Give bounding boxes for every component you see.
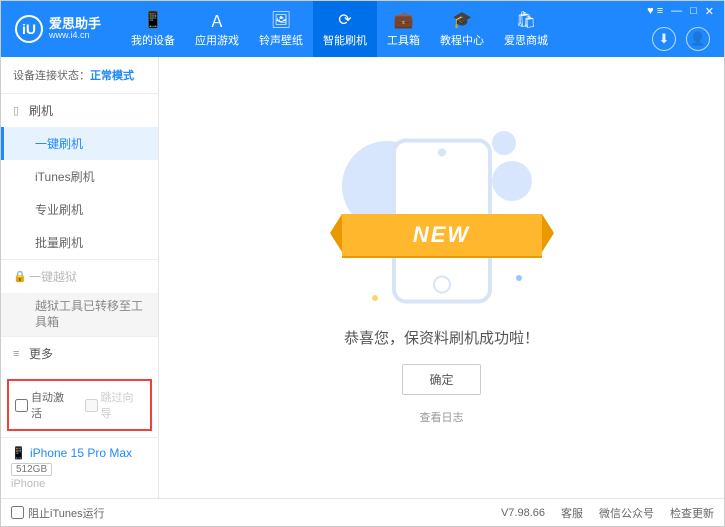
section-more: ≡更多 其他工具 下载固件 高级功能 xyxy=(1,337,158,373)
section-jailbreak: 🔒 一键越狱 越狱工具已转移至工具箱 xyxy=(1,260,158,337)
section-jailbreak-header: 🔒 一键越狱 xyxy=(1,260,158,293)
nav-label: 我的设备 xyxy=(131,32,175,48)
nav-label: 爱思商城 xyxy=(504,32,548,48)
nav-label: 应用游戏 xyxy=(195,32,239,48)
checkbox-label: 阻止iTunes运行 xyxy=(28,505,105,521)
auto-activate-checkbox[interactable]: 自动激活 xyxy=(15,389,75,421)
success-illustration: NEW xyxy=(352,131,532,311)
section-more-header[interactable]: ≡ 更多 xyxy=(1,337,158,370)
nav-my-device[interactable]: 📱 我的设备 xyxy=(121,1,185,57)
new-ribbon: NEW xyxy=(342,214,542,256)
titlebar: iU 爱思助手 www.i4.cn 📱 我的设备 Ａ 应用游戏 🖼 铃声壁纸 ⟳ 智能刷… xyxy=(1,1,724,57)
nav-apps[interactable]: Ａ 应用游戏 xyxy=(185,1,249,57)
wallpaper-icon: 🖼 xyxy=(272,11,290,29)
app-title: 爱思助手 xyxy=(49,17,101,31)
menu-icon[interactable]: ♥ ≡ xyxy=(647,5,663,17)
nav-tutorials[interactable]: 🎓 教程中心 xyxy=(430,1,494,57)
maximize-button[interactable]: □ xyxy=(690,5,697,17)
toolbox-icon: 💼 xyxy=(395,11,413,29)
minimize-button[interactable]: — xyxy=(671,5,682,17)
footer-check-update[interactable]: 检查更新 xyxy=(670,505,714,521)
block-itunes-input[interactable] xyxy=(11,506,24,519)
checkbox-label: 跳过向导 xyxy=(101,389,145,421)
logo-icon: iU xyxy=(15,15,43,43)
nav-store[interactable]: 🛍 爱思商城 xyxy=(494,1,558,57)
section-flash-header[interactable]: ▯ 刷机 xyxy=(1,94,158,127)
section-flash: ▯ 刷机 一键刷机 iTunes刷机 专业刷机 批量刷机 xyxy=(1,94,158,260)
status-value: 正常模式 xyxy=(90,70,134,82)
checkbox-label: 自动激活 xyxy=(31,389,75,421)
window-controls: ♥ ≡ — □ ✕ xyxy=(647,1,724,21)
connection-status: 设备连接状态：正常模式 xyxy=(1,57,158,94)
statusbar: 阻止iTunes运行 V7.98.66 客服 微信公众号 检查更新 xyxy=(1,498,724,526)
auto-activate-input[interactable] xyxy=(15,399,28,412)
nav-label: 教程中心 xyxy=(440,32,484,48)
skip-guide-checkbox: 跳过向导 xyxy=(85,389,145,421)
navbar: 📱 我的设备 Ａ 应用游戏 🖼 铃声壁纸 ⟳ 智能刷机 💼 工具箱 🎓 教程中心 🛍 爱思商城 xyxy=(121,1,647,57)
flash-icon: ⟳ xyxy=(336,11,354,29)
sidebar-item-pro-flash[interactable]: 专业刷机 xyxy=(1,193,158,226)
nav-label: 铃声壁纸 xyxy=(259,32,303,48)
main-content: NEW 恭喜您，保资料刷机成功啦！ 确定 查看日志 xyxy=(159,57,724,498)
device-type: iPhone xyxy=(11,478,148,490)
success-message: 恭喜您，保资料刷机成功啦！ xyxy=(344,327,539,348)
flash-options: 自动激活 跳过向导 xyxy=(7,379,152,431)
sidebar-menu: ▯ 刷机 一键刷机 iTunes刷机 专业刷机 批量刷机 🔒 一键越狱 越狱工具已转… xyxy=(1,94,158,373)
device-icon: 📱 xyxy=(144,11,162,29)
app-url: www.i4.cn xyxy=(49,31,101,41)
device-info: 📱 iPhone 15 Pro Max 512GB iPhone xyxy=(1,437,158,498)
logo-area: iU 爱思助手 www.i4.cn xyxy=(1,1,121,57)
logo-text: 爱思助手 www.i4.cn xyxy=(49,17,101,41)
sidebar-item-oneclick-flash[interactable]: 一键刷机 xyxy=(1,127,158,160)
user-button[interactable]: 👤 xyxy=(686,27,710,51)
device-name-text: iPhone 15 Pro Max xyxy=(30,446,132,460)
store-icon: 🛍 xyxy=(517,11,535,29)
section-label: 更多 xyxy=(29,345,53,362)
footer-wechat[interactable]: 微信公众号 xyxy=(599,505,654,521)
status-label: 设备连接状态： xyxy=(13,70,90,82)
nav-toolbox[interactable]: 💼 工具箱 xyxy=(377,1,430,57)
apps-icon: Ａ xyxy=(208,11,226,29)
nav-label: 工具箱 xyxy=(387,32,420,48)
sidebar-item-batch-flash[interactable]: 批量刷机 xyxy=(1,226,158,259)
footer-support[interactable]: 客服 xyxy=(561,505,583,521)
nav-ringtones[interactable]: 🖼 铃声壁纸 xyxy=(249,1,313,57)
skip-guide-input xyxy=(85,399,98,412)
phone-icon: 📱 xyxy=(11,446,26,460)
sidebar-item-itunes-flash[interactable]: iTunes刷机 xyxy=(1,160,158,193)
version-label: V7.98.66 xyxy=(501,507,545,519)
sidebar: 设备连接状态：正常模式 ▯ 刷机 一键刷机 iTunes刷机 专业刷机 批量刷机 … xyxy=(1,57,159,498)
body: 设备连接状态：正常模式 ▯ 刷机 一键刷机 iTunes刷机 专业刷机 批量刷机 … xyxy=(1,57,724,498)
sidebar-item-other-tools[interactable]: 其他工具 xyxy=(1,370,158,373)
section-label: 一键越狱 xyxy=(29,268,77,285)
download-button[interactable]: ⬇ xyxy=(652,27,676,51)
nav-label: 智能刷机 xyxy=(323,32,367,48)
phone-icon: ▯ xyxy=(13,104,23,117)
block-itunes-checkbox[interactable]: 阻止iTunes运行 xyxy=(11,505,105,521)
app-window: iU 爱思助手 www.i4.cn 📱 我的设备 Ａ 应用游戏 🖼 铃声壁纸 ⟳ 智能刷… xyxy=(0,0,725,527)
device-name[interactable]: 📱 iPhone 15 Pro Max xyxy=(11,446,148,460)
view-log-link[interactable]: 查看日志 xyxy=(420,409,464,425)
close-button[interactable]: ✕ xyxy=(705,5,714,18)
device-storage: 512GB xyxy=(11,463,52,476)
nav-flash[interactable]: ⟳ 智能刷机 xyxy=(313,1,377,57)
title-right: ⬇ 👤 xyxy=(652,21,724,57)
ok-button[interactable]: 确定 xyxy=(402,364,480,395)
section-label: 刷机 xyxy=(29,102,53,119)
tutorial-icon: 🎓 xyxy=(453,11,471,29)
jailbreak-moved-note: 越狱工具已转移至工具箱 xyxy=(1,293,158,336)
more-icon: ≡ xyxy=(13,348,23,360)
lock-icon: 🔒 xyxy=(13,270,23,283)
